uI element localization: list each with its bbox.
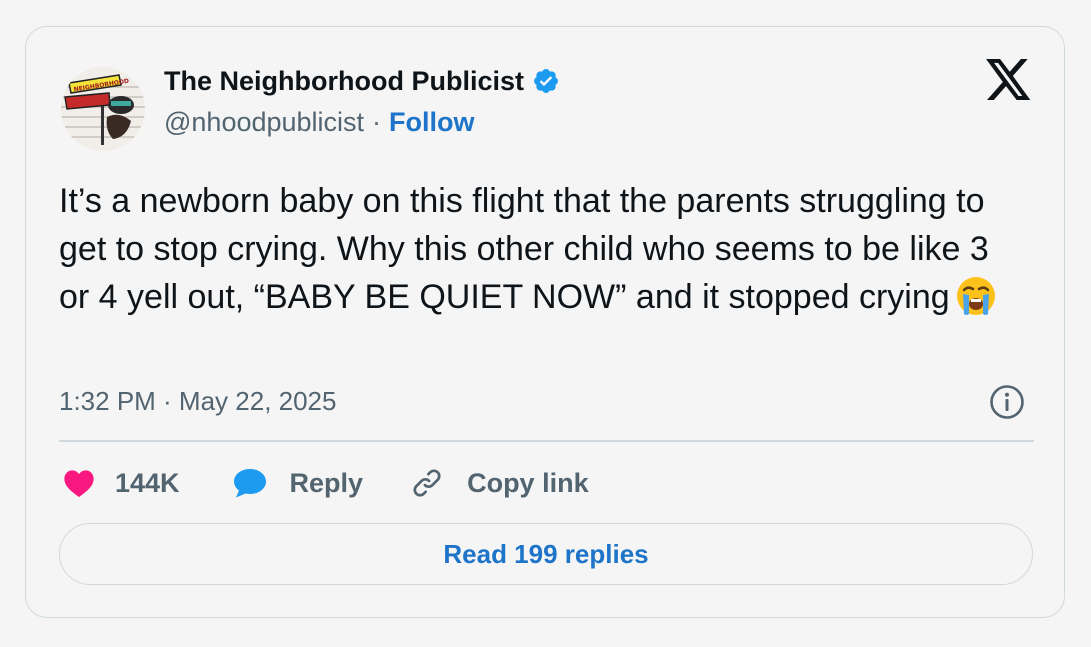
- author-handle-row: @nhoodpublicist · Follow: [164, 103, 475, 141]
- read-replies-button[interactable]: Read 199 replies: [59, 523, 1033, 585]
- like-button[interactable]: 144K: [63, 468, 180, 499]
- embedded-post-card: NEIGHBORHOOD The Neighborhood Publicist …: [25, 26, 1065, 618]
- post-text: It’s a newborn baby on this flight that …: [59, 177, 1019, 321]
- post-timestamp[interactable]: 1:32 PM · May 22, 2025: [59, 383, 336, 419]
- speech-bubble-icon: [232, 467, 268, 499]
- heart-icon: [63, 468, 95, 498]
- verified-badge-icon: [532, 67, 560, 95]
- street-sign-avatar-icon: NEIGHBORHOOD: [61, 67, 145, 151]
- author-handle[interactable]: @nhoodpublicist: [164, 107, 364, 138]
- reply-button[interactable]: Reply: [232, 467, 364, 499]
- action-bar: 144K Reply Copy link: [63, 463, 589, 503]
- follow-button[interactable]: Follow: [389, 107, 474, 138]
- like-count: 144K: [115, 467, 180, 498]
- info-icon[interactable]: [989, 384, 1025, 420]
- avatar[interactable]: NEIGHBORHOOD: [61, 67, 145, 151]
- separator-dot: ·: [372, 106, 382, 137]
- divider: [59, 440, 1034, 442]
- copy-link-label: Copy link: [467, 467, 589, 498]
- loudly-crying-face-emoji-icon: [954, 274, 998, 318]
- x-logo-icon[interactable]: [986, 59, 1032, 101]
- copy-link-button[interactable]: Copy link: [409, 465, 589, 501]
- author-name[interactable]: The Neighborhood Publicist: [164, 66, 524, 97]
- link-icon: [409, 465, 445, 501]
- post-text-body: It’s a newborn baby on this flight that …: [59, 182, 989, 316]
- reply-label: Reply: [289, 467, 364, 498]
- author-name-row: The Neighborhood Publicist: [164, 61, 560, 101]
